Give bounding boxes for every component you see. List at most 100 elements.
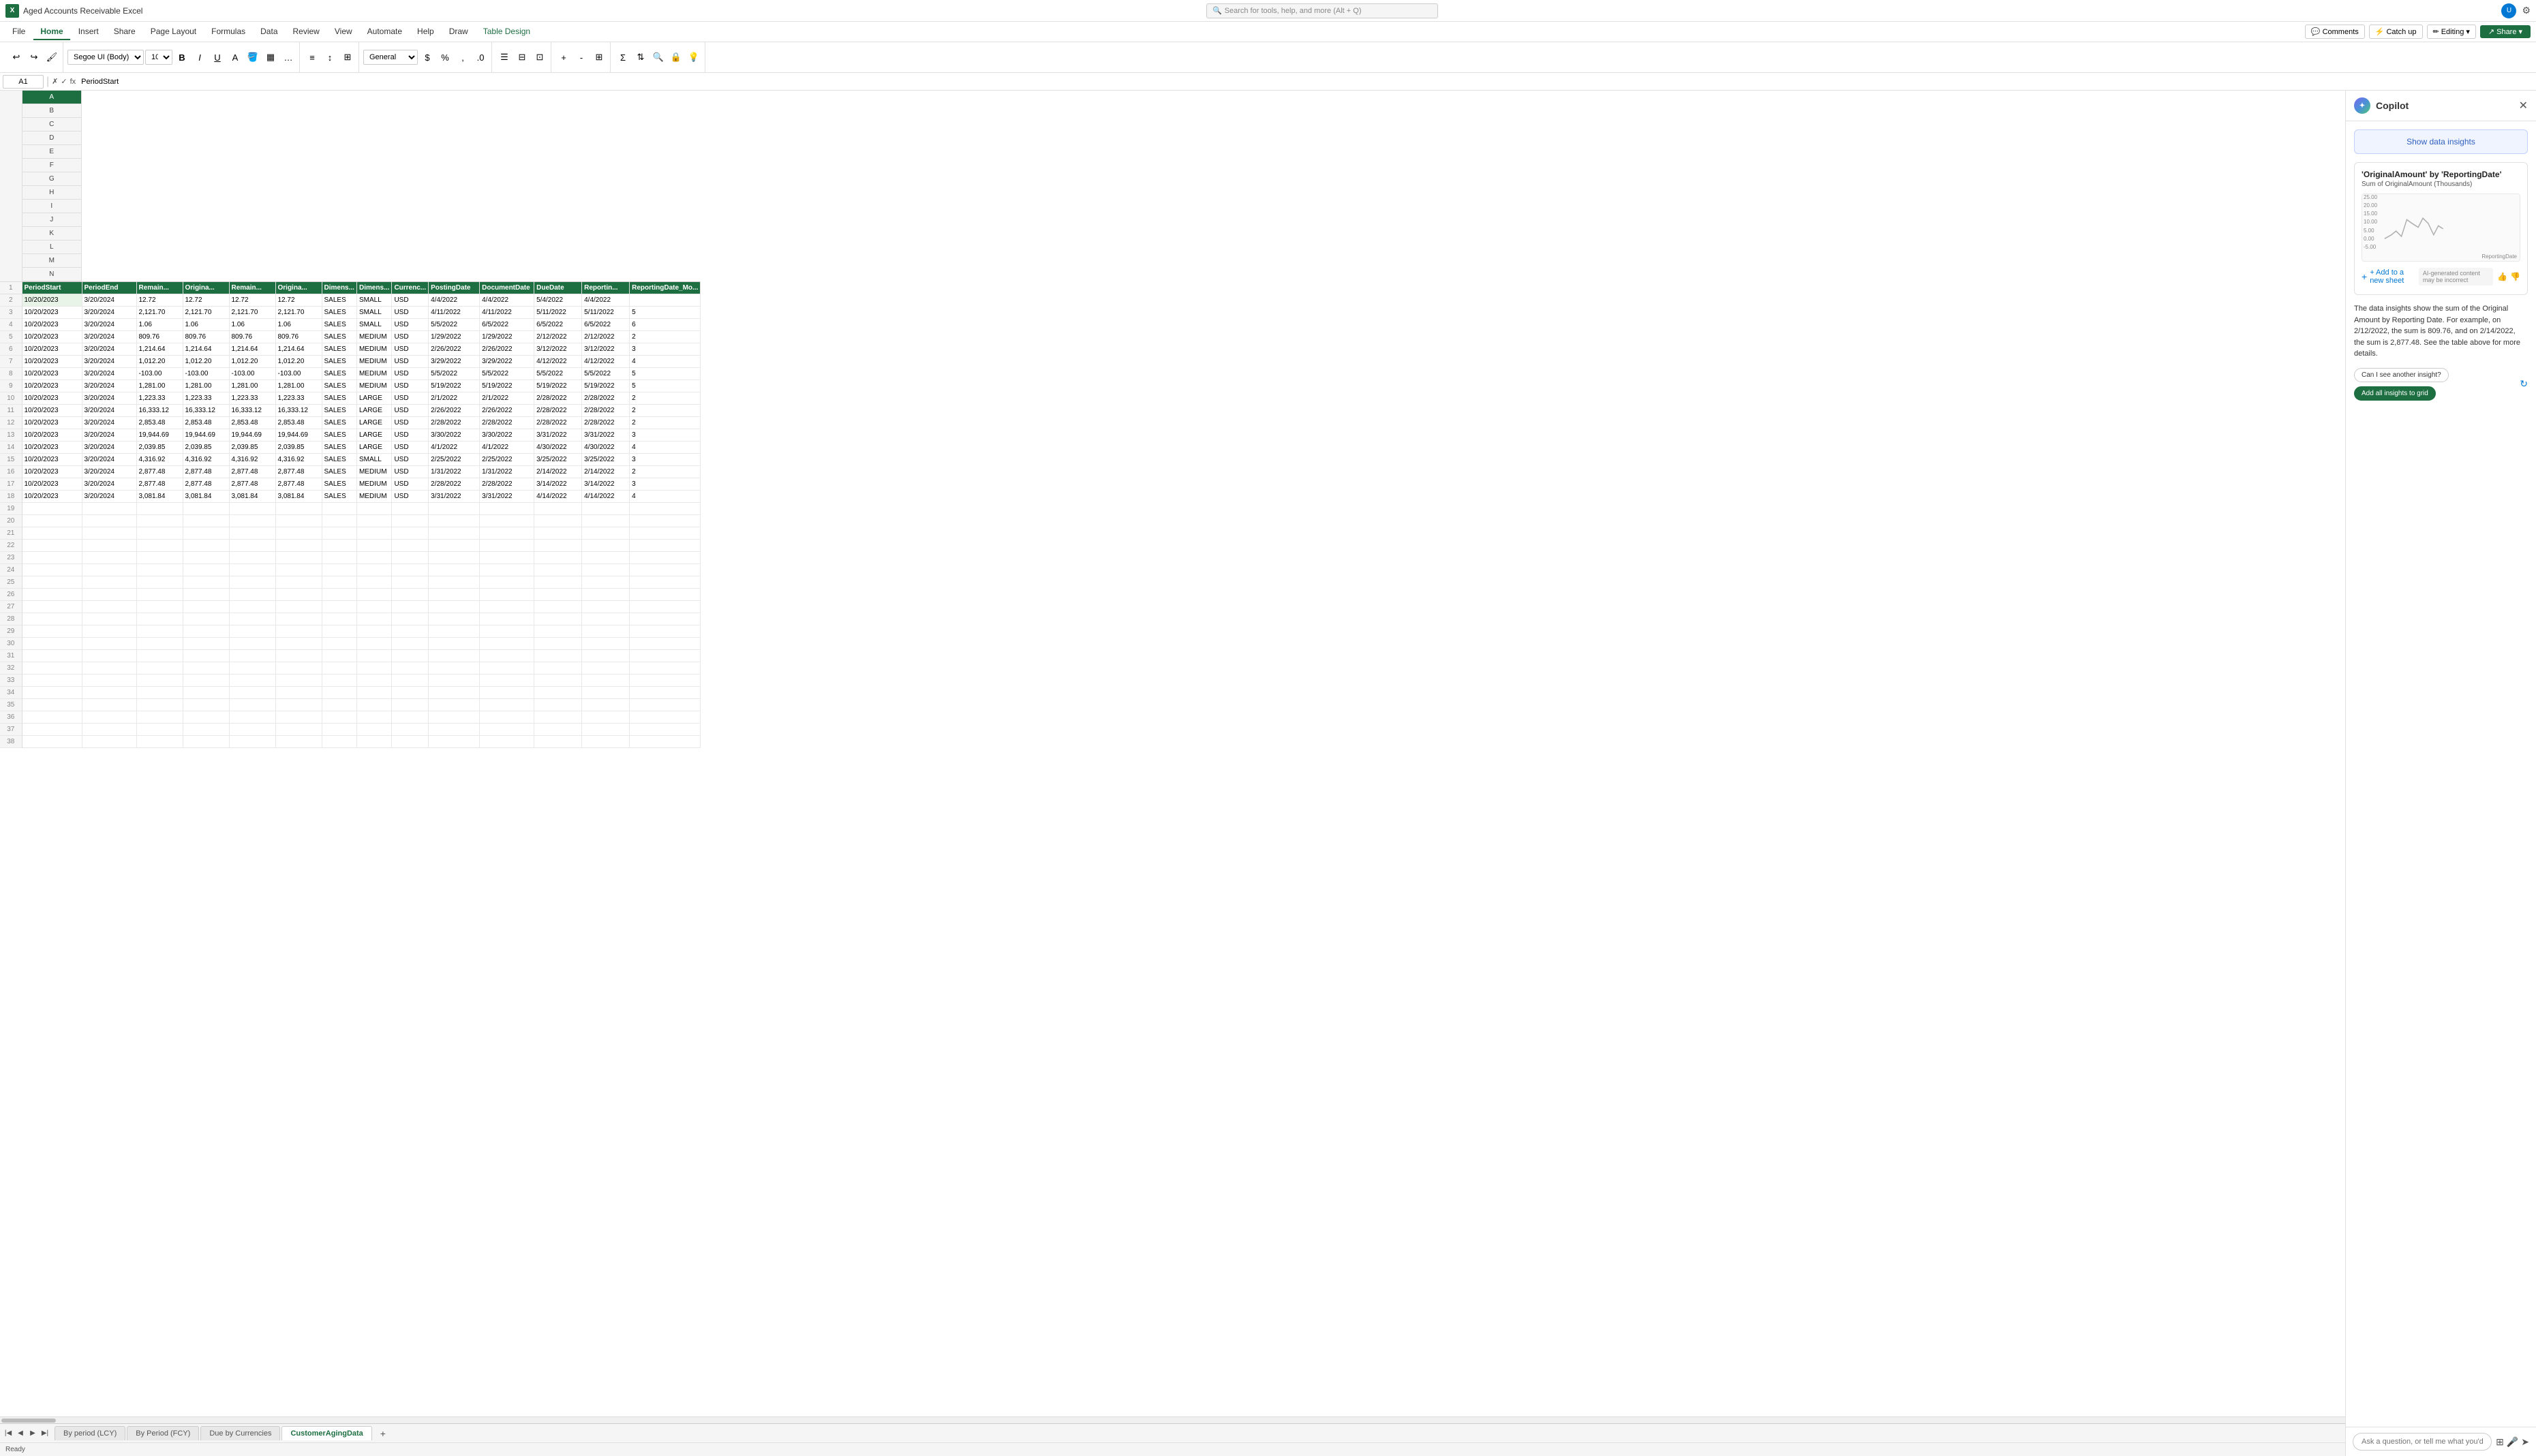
cell-r15c7[interactable]: SMALL [356,454,391,466]
empty-cell-r34c4[interactable] [229,687,275,699]
cell-r9c1[interactable]: 3/20/2024 [82,380,136,392]
empty-cell-r26c10[interactable] [480,589,534,601]
empty-cell-r34c5[interactable] [275,687,322,699]
cell-r9c12[interactable]: 5/19/2022 [582,380,630,392]
sheet-tab-duebycurrencies[interactable]: Due by Currencies [200,1426,280,1440]
empty-cell-r26c1[interactable] [82,589,136,601]
empty-cell-r24c12[interactable] [582,564,630,576]
empty-cell-r21c12[interactable] [582,527,630,540]
comments-button[interactable]: 💬 Comments [2305,25,2365,39]
cell-r11c0[interactable]: 10/20/2023 [22,405,82,417]
empty-cell-r32c2[interactable] [136,662,183,675]
col-header-A[interactable]: A [22,91,82,104]
empty-cell-r28c2[interactable] [136,613,183,625]
header-cell-12[interactable]: Reportin... [582,282,630,294]
header-cell-10[interactable]: DocumentDate [480,282,534,294]
empty-cell-r38c12[interactable] [582,736,630,748]
percent-button[interactable]: % [437,50,453,65]
empty-cell-r33c2[interactable] [136,675,183,687]
add-to-new-sheet-button[interactable]: + + Add to a new sheet [2362,266,2419,288]
cell-r4c2[interactable]: 1.06 [136,319,183,331]
scroll-thumb[interactable] [1,1419,56,1423]
empty-cell-r29c0[interactable] [22,625,82,638]
col-header-N[interactable]: N [22,268,82,281]
empty-cell-r22c0[interactable] [22,540,82,552]
empty-cell-r25c11[interactable] [534,576,582,589]
cell-r7c13[interactable]: 4 [630,356,701,368]
empty-cell-r27c0[interactable] [22,601,82,613]
empty-cell-r31c12[interactable] [582,650,630,662]
col-header-H[interactable]: H [22,186,82,200]
cell-r3c7[interactable]: SMALL [356,307,391,319]
insert-function-icon[interactable]: fx [70,78,76,86]
empty-cell-r32c10[interactable] [480,662,534,675]
cell-r11c4[interactable]: 16,333.12 [229,405,275,417]
empty-cell-r20c3[interactable] [183,515,229,527]
cell-r2c11[interactable]: 5/4/2022 [534,294,582,307]
empty-cell-r30c12[interactable] [582,638,630,650]
cell-r16c7[interactable]: MEDIUM [356,466,391,478]
cell-r8c5[interactable]: -103.00 [275,368,322,380]
cell-r2c13[interactable] [630,294,701,307]
align-left-button[interactable]: ≡ [304,50,320,65]
empty-cell-r32c7[interactable] [356,662,391,675]
empty-cell-r38c1[interactable] [82,736,136,748]
empty-cell-r28c9[interactable] [429,613,480,625]
cell-r8c12[interactable]: 5/5/2022 [582,368,630,380]
cell-r3c9[interactable]: 4/11/2022 [429,307,480,319]
empty-cell-r27c2[interactable] [136,601,183,613]
header-cell-3[interactable]: Origina... [183,282,229,294]
cell-r18c6[interactable]: SALES [322,491,356,503]
cell-r7c1[interactable]: 3/20/2024 [82,356,136,368]
cell-r16c1[interactable]: 3/20/2024 [82,466,136,478]
cell-r14c10[interactable]: 4/1/2022 [480,442,534,454]
conditional-format-button[interactable]: ☰ [496,50,513,65]
empty-cell-r24c11[interactable] [534,564,582,576]
empty-cell-r37c5[interactable] [275,724,322,736]
cell-r7c5[interactable]: 1,012.20 [275,356,322,368]
empty-cell-r24c2[interactable] [136,564,183,576]
cell-r10c1[interactable]: 3/20/2024 [82,392,136,405]
empty-cell-r32c11[interactable] [534,662,582,675]
cell-r3c8[interactable]: USD [392,307,429,319]
empty-cell-r29c8[interactable] [392,625,429,638]
cell-r12c10[interactable]: 2/28/2022 [480,417,534,429]
empty-cell-r30c7[interactable] [356,638,391,650]
cell-r3c12[interactable]: 5/11/2022 [582,307,630,319]
empty-cell-r22c2[interactable] [136,540,183,552]
cancel-formula-icon[interactable]: ✗ [52,77,58,86]
cell-r4c10[interactable]: 6/5/2022 [480,319,534,331]
empty-cell-r19c6[interactable] [322,503,356,515]
empty-cell-r26c4[interactable] [229,589,275,601]
cell-r6c4[interactable]: 1,214.64 [229,343,275,356]
empty-cell-r35c11[interactable] [534,699,582,711]
empty-cell-r35c12[interactable] [582,699,630,711]
cell-r9c11[interactable]: 5/19/2022 [534,380,582,392]
cell-r2c7[interactable]: SMALL [356,294,391,307]
empty-cell-r25c4[interactable] [229,576,275,589]
sheet-nav-last[interactable]: ▶| [40,1428,50,1439]
empty-cell-r31c13[interactable] [630,650,701,662]
empty-cell-r38c9[interactable] [429,736,480,748]
empty-cell-r23c2[interactable] [136,552,183,564]
cell-r17c13[interactable]: 3 [630,478,701,491]
cell-r3c13[interactable]: 5 [630,307,701,319]
cell-r5c3[interactable]: 809.76 [183,331,229,343]
empty-cell-r33c0[interactable] [22,675,82,687]
cell-r6c11[interactable]: 3/12/2022 [534,343,582,356]
cell-r16c0[interactable]: 10/20/2023 [22,466,82,478]
cell-styles-button[interactable]: ⊡ [532,50,548,65]
empty-cell-r20c11[interactable] [534,515,582,527]
empty-cell-r23c4[interactable] [229,552,275,564]
empty-cell-r38c7[interactable] [356,736,391,748]
cell-r13c5[interactable]: 19,944.69 [275,429,322,442]
header-cell-13[interactable]: ReportingDate_Mo... [630,282,701,294]
copilot-close-button[interactable]: ✕ [2519,99,2528,112]
sheet-nav-next[interactable]: ▶ [27,1428,38,1439]
empty-cell-r23c0[interactable] [22,552,82,564]
find-button[interactable]: 🔍 [650,50,667,65]
empty-cell-r25c10[interactable] [480,576,534,589]
undo-button[interactable]: ↩ [8,50,25,65]
empty-cell-r24c1[interactable] [82,564,136,576]
empty-cell-r19c3[interactable] [183,503,229,515]
